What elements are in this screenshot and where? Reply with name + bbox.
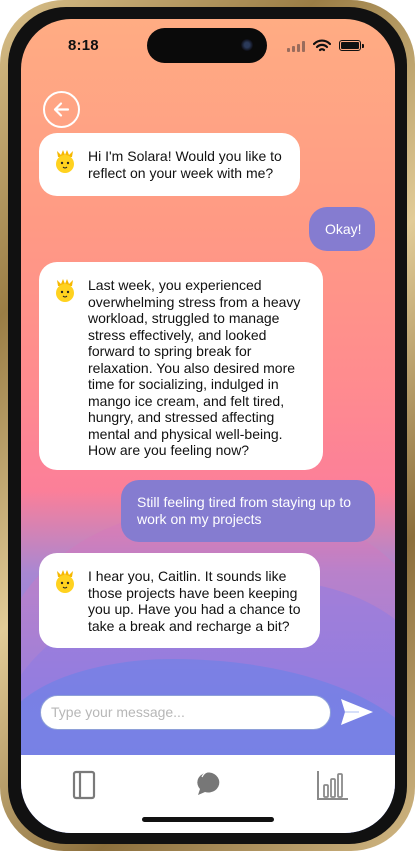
wifi-icon — [313, 39, 331, 52]
front-camera — [241, 39, 253, 51]
message-line: mango ice cream, and felt tired, — [88, 392, 285, 409]
user-message: Still feeling tired from staying up to w… — [121, 480, 375, 542]
message-line: overwhelming stress from a heavy — [88, 293, 301, 310]
message-line: workload, struggled to manage — [88, 310, 280, 326]
battery-icon — [339, 40, 364, 51]
bot-message: Hi I'm Solara! Would you like to reflect… — [39, 133, 300, 196]
message-line: relaxation. You also desired more — [88, 359, 296, 376]
arrow-left-icon — [53, 102, 70, 117]
sun-face-icon — [56, 150, 74, 173]
chat-bubbles-icon[interactable] — [188, 765, 228, 805]
sun-face-icon — [56, 570, 74, 593]
send-arrow-icon[interactable] — [339, 697, 375, 727]
message-line: Still feeling tired from staying up to — [137, 494, 351, 510]
message-line: stress effectively, and looked — [88, 326, 267, 343]
message-line: hungry, and stressed affecting — [88, 409, 275, 425]
message-line: take a break and recharge a bit? — [88, 617, 290, 634]
message-line: you up. Have you had a chance to — [88, 601, 301, 617]
message-line: work on my projects — [137, 511, 262, 527]
message-input-container[interactable] — [40, 695, 331, 730]
bot-message: I hear you, Caitlin. It sounds like thos… — [39, 553, 320, 648]
sun-face-icon — [56, 279, 74, 302]
message-line: Last week, you experienced — [88, 277, 262, 293]
message-line: How are you feeling now? — [88, 442, 250, 458]
message-line: I hear you, Caitlin. It sounds like — [88, 568, 287, 584]
message-line: forward to spring break for — [88, 343, 252, 359]
home-indicator[interactable] — [142, 817, 274, 822]
cellular-signal-icon — [287, 41, 305, 52]
bot-message: Last week, you experienced overwhelming … — [39, 262, 323, 470]
status-time: 8:18 — [68, 37, 99, 54]
status-icons — [287, 39, 367, 53]
user-message: Okay! — [309, 207, 375, 251]
journal-book-icon[interactable] — [65, 765, 105, 805]
message-input[interactable] — [51, 696, 321, 728]
phone-frame: 8:18 Hi I'm Solara! Would you like to re… — [0, 0, 415, 851]
chat-screen: 8:18 Hi I'm Solara! Would you like to re… — [21, 19, 395, 833]
message-line: Hi I'm Solara! Would you like to — [88, 148, 282, 164]
message-line: mental and physical well-being. — [88, 425, 283, 442]
message-line: Okay! — [325, 221, 362, 237]
dynamic-island — [147, 28, 267, 63]
message-line: those projects have been keeping — [88, 584, 298, 601]
bar-chart-icon[interactable] — [312, 765, 352, 805]
message-line: time for socializing, indulged in — [88, 376, 279, 392]
message-line: reflect on your week with me? — [88, 164, 274, 181]
back-button[interactable] — [43, 91, 80, 128]
